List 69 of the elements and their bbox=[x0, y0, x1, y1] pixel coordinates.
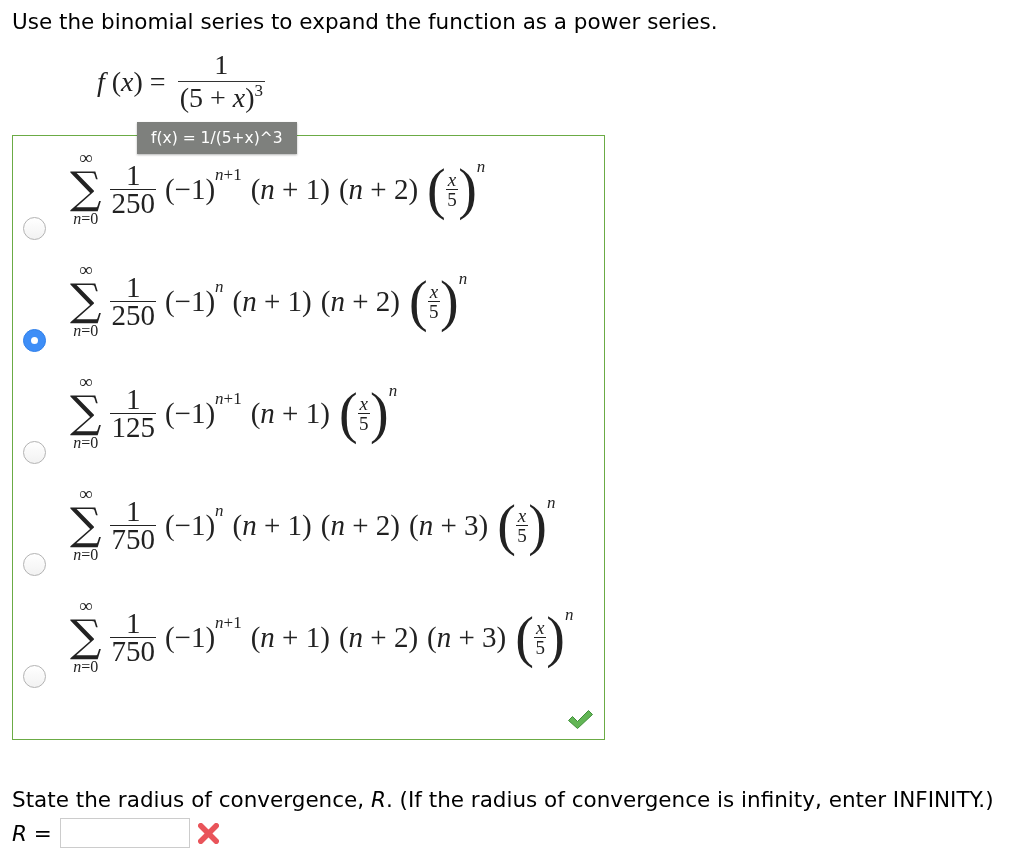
answer-label: R = bbox=[12, 820, 52, 846]
fraction-denominator: 5 bbox=[517, 525, 527, 545]
power-base: (−1) bbox=[164, 509, 216, 541]
tooltip: f(x) = 1/(5+x)^3 bbox=[137, 122, 297, 154]
summation-sign: ∑ bbox=[70, 390, 102, 434]
factor-term: (n + 1) bbox=[232, 285, 312, 317]
coefficient-denominator: 250 bbox=[110, 301, 156, 329]
exponent: n+1 bbox=[215, 167, 242, 182]
coefficient-numerator: 1 bbox=[124, 497, 142, 525]
exponent: n+1 bbox=[215, 615, 242, 630]
upper-limit: ∞ bbox=[78, 486, 93, 502]
factor-term: (n + 1) bbox=[250, 397, 330, 429]
function-label: f (x) = bbox=[97, 65, 166, 98]
upper-limit: ∞ bbox=[78, 374, 93, 390]
fraction-numerator: x bbox=[428, 281, 440, 301]
factor-term: (n + 2) bbox=[338, 621, 419, 653]
fraction-numerator: x bbox=[446, 169, 458, 189]
exponent: n bbox=[565, 607, 574, 622]
coefficient-denominator: 125 bbox=[110, 413, 156, 441]
power-base: (−1) bbox=[164, 621, 216, 653]
coefficient-denominator: 750 bbox=[110, 637, 156, 665]
factor-term: (n + 2) bbox=[320, 285, 400, 317]
summation-sign: ∑ bbox=[70, 278, 102, 322]
factor-term: (n + 1) bbox=[250, 621, 330, 653]
exponent: n bbox=[215, 503, 224, 518]
factor-term: (n + 2) bbox=[320, 509, 400, 541]
fraction-numerator: x bbox=[534, 617, 546, 637]
exponent: n+1 bbox=[215, 391, 242, 406]
fraction-denominator: 5 bbox=[447, 189, 457, 209]
radio-button[interactable] bbox=[23, 665, 46, 688]
exponent: n bbox=[458, 271, 468, 286]
fraction-denominator: 5 bbox=[535, 637, 545, 657]
factor-term: (n + 1) bbox=[232, 509, 312, 541]
radio-button[interactable] bbox=[23, 553, 46, 576]
fraction-denominator: (5 + x)$^{3}$ bbox=[178, 82, 265, 114]
exponent: n bbox=[546, 495, 556, 510]
coefficient-numerator: 1 bbox=[124, 161, 142, 189]
fraction-denominator: 5 bbox=[359, 413, 369, 433]
factor-term: (n + 2) bbox=[338, 173, 419, 205]
radio-button[interactable] bbox=[23, 329, 46, 352]
radio-button[interactable] bbox=[23, 441, 46, 464]
coefficient-denominator: 250 bbox=[110, 189, 156, 217]
summation-sign: ∑ bbox=[70, 502, 102, 546]
upper-limit: ∞ bbox=[78, 598, 93, 614]
summation-sign: ∑ bbox=[70, 614, 102, 658]
exponent: n bbox=[215, 279, 224, 294]
fraction-numerator: 1 bbox=[213, 49, 230, 81]
coefficient-numerator: 1 bbox=[124, 609, 142, 637]
exponent: n bbox=[476, 159, 486, 174]
power-base: (−1) bbox=[164, 173, 216, 205]
fraction-numerator: x bbox=[358, 393, 369, 413]
fraction-numerator: x bbox=[516, 505, 528, 525]
summation-sign: ∑ bbox=[70, 166, 102, 210]
power-base: (−1) bbox=[164, 397, 216, 429]
coefficient-numerator: 1 bbox=[124, 273, 142, 301]
answer-field[interactable] bbox=[60, 818, 190, 848]
fraction-denominator: 5 bbox=[429, 301, 439, 321]
radio-button[interactable] bbox=[23, 217, 46, 240]
coefficient-denominator: 750 bbox=[110, 525, 156, 553]
factor-term: (n + 1) bbox=[250, 173, 330, 205]
upper-limit: ∞ bbox=[78, 150, 93, 166]
upper-limit: ∞ bbox=[78, 262, 93, 278]
factor-term: (n + 3) bbox=[427, 621, 507, 653]
question-text: State the radius of convergence, R. (If the radius of convergence is infinity, enter INFINITY.) bbox=[12, 786, 995, 814]
coefficient-numerator: 1 bbox=[124, 385, 142, 413]
power-base: (−1) bbox=[164, 285, 216, 317]
question-text: Use the binomial series to expand the function as a power series. bbox=[12, 8, 719, 36]
factor-term: (n + 3) bbox=[408, 509, 489, 541]
exponent: n bbox=[388, 383, 398, 398]
